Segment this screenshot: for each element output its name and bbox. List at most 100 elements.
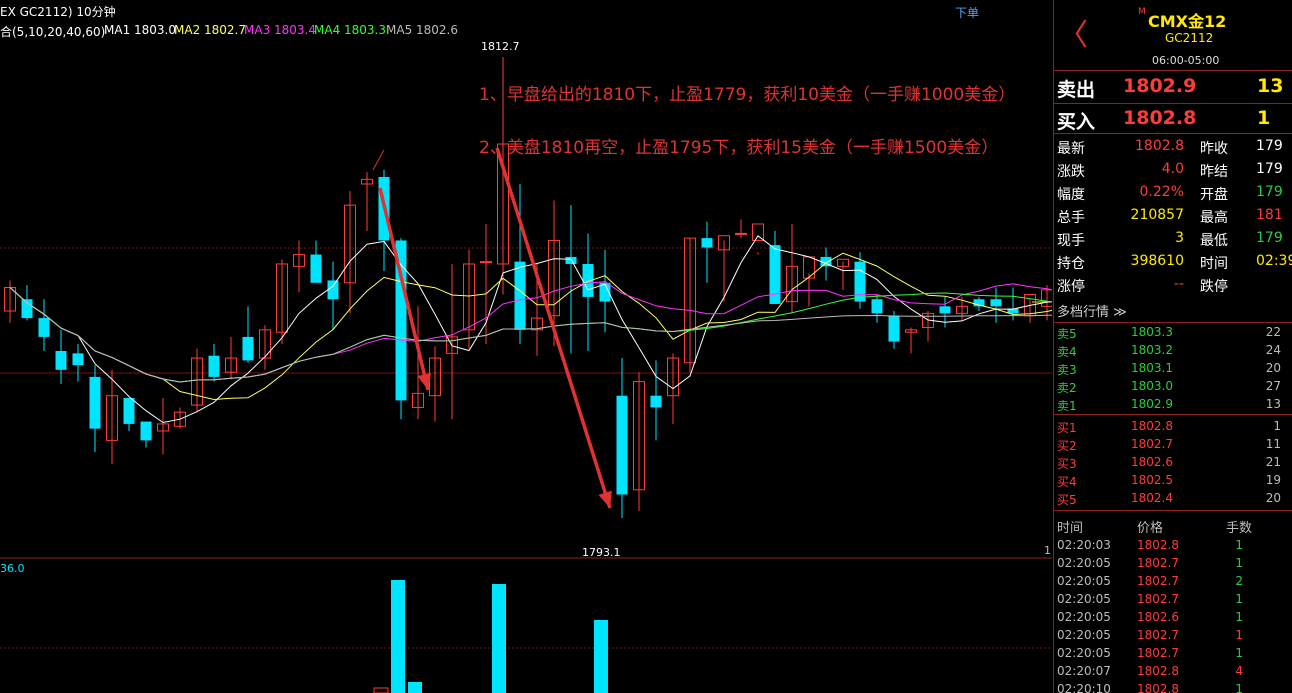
candle-body-down <box>616 395 628 495</box>
candle-body-down <box>89 376 101 429</box>
stat-value: -- <box>1173 276 1184 292</box>
bid-qty: 11 <box>1265 437 1281 451</box>
tick-price: 1802.8 <box>1137 538 1179 552</box>
symbol-title: EX GC2112) 10分钟 <box>0 5 116 19</box>
bid-label: 买2 <box>1057 439 1077 453</box>
session-hours: 06:00-05:00 <box>1152 54 1220 67</box>
ma5-label: MA5 1802.6 <box>386 23 458 37</box>
tick-qty: 4 <box>1235 664 1243 678</box>
annotation-line-2: 2、美盘1810再空，止盈1795下，获利15美金（一手赚1500美金） <box>479 138 999 158</box>
tick-time: 02:20:03 <box>1057 538 1111 552</box>
bid-price: 1802.5 <box>1131 473 1173 487</box>
back-icon[interactable]: 〈 <box>1058 10 1088 54</box>
bid-label: 买1 <box>1057 421 1077 435</box>
ask-price: 1803.2 <box>1131 343 1173 357</box>
buy-price: 1802.8 <box>1123 107 1197 129</box>
candle-body-up <box>480 261 492 264</box>
candle-body-down <box>327 280 339 300</box>
bid-qty: 19 <box>1265 473 1281 487</box>
candle-body-up <box>735 232 747 235</box>
tick-price: 1802.7 <box>1137 574 1179 588</box>
ticks-header-time: 时间 <box>1057 521 1084 536</box>
sell-qty: 13 <box>1257 75 1284 97</box>
bid-qty: 20 <box>1265 491 1281 505</box>
stat-value: 02:39 <box>1256 253 1292 269</box>
stat-value: 0.22% <box>1139 184 1184 200</box>
bid-qty: 1 <box>1273 419 1281 433</box>
tick-price: 1802.7 <box>1137 646 1179 660</box>
candle-body-down <box>55 351 67 370</box>
volume-axis-label: 36.0 <box>0 562 25 575</box>
candle-body-down <box>701 238 713 248</box>
bid-label: 买4 <box>1057 475 1077 489</box>
volume-bar <box>391 580 405 693</box>
stat-value: 181 <box>1256 207 1283 223</box>
candle-body-down <box>72 353 84 366</box>
stat-label: 最低 <box>1200 233 1228 249</box>
ma1-label: MA1 1803.0 <box>104 23 176 37</box>
stat-label: 涨跌 <box>1057 164 1085 180</box>
depth-title[interactable]: 多档行情 ≫ <box>1057 301 1127 320</box>
stat-value: 179 <box>1256 138 1283 154</box>
volume-bar <box>408 682 422 693</box>
ask-label: 卖5 <box>1057 327 1077 341</box>
volume-bar <box>492 584 506 693</box>
ask-price: 1803.1 <box>1131 361 1173 375</box>
ask-label: 卖1 <box>1057 399 1077 413</box>
tick-time: 02:20:05 <box>1057 610 1111 624</box>
candle-body-down <box>123 398 135 424</box>
tick-time: 02:20:05 <box>1057 592 1111 606</box>
ask-label: 卖2 <box>1057 381 1077 395</box>
kline-chart-area[interactable]: EX GC2112) 10分钟 下单 合(5,10,20,40,60) MA1 … <box>0 0 1052 693</box>
bid-label: 买5 <box>1057 493 1077 507</box>
tick-price: 1802.7 <box>1137 628 1179 642</box>
trade-arrow-1-tail <box>372 149 385 171</box>
bid-price: 1802.8 <box>1131 419 1173 433</box>
candle-body-down <box>208 355 220 377</box>
ma3-label: MA3 1803.4 <box>244 23 316 37</box>
candle-body-down <box>888 315 900 342</box>
tick-price: 1802.7 <box>1137 592 1179 606</box>
tick-qty: 1 <box>1235 646 1243 660</box>
ask-label: 卖4 <box>1057 345 1077 359</box>
candle-body-down <box>871 299 883 314</box>
volume-bar <box>594 620 608 693</box>
bid-price: 1802.7 <box>1131 437 1173 451</box>
candle-body-down <box>242 336 254 361</box>
stat-label: 总手 <box>1057 210 1085 226</box>
volume-bar <box>373 687 389 693</box>
ticks-header-qty: 手数 <box>1226 521 1253 536</box>
candle-body-down <box>565 256 577 264</box>
buy-qty: 1 <box>1257 107 1271 129</box>
ask-qty: 27 <box>1265 379 1281 393</box>
trade-arrow-2-head <box>598 490 612 508</box>
ticks-header-price: 价格 <box>1137 521 1164 536</box>
ask-price: 1803.0 <box>1131 379 1173 393</box>
sell-label: 卖出 <box>1057 79 1096 101</box>
market-prefix: M <box>1138 7 1146 17</box>
stat-label: 持仓 <box>1057 256 1085 272</box>
stat-label: 现手 <box>1057 233 1085 249</box>
tick-time: 02:20:05 <box>1057 574 1111 588</box>
bid-price: 1802.4 <box>1131 491 1173 505</box>
stat-label: 最新 <box>1057 141 1085 157</box>
tick-qty: 1 <box>1235 538 1243 552</box>
order-button[interactable]: 下单 <box>955 4 979 21</box>
tick-qty: 1 <box>1235 610 1243 624</box>
candle-body-up <box>752 223 764 241</box>
stat-label: 最高 <box>1200 210 1228 226</box>
tick-price: 1802.8 <box>1137 664 1179 678</box>
tick-qty: 1 <box>1235 592 1243 606</box>
candle-body-down <box>939 306 951 314</box>
tick-time: 02:20:07 <box>1057 664 1111 678</box>
annotation-line-1: 1、早盘给出的1810下，止盈1779，获利10美金（一手赚1000美金） <box>479 85 1016 105</box>
tick-qty: 2 <box>1235 574 1243 588</box>
stat-value: 398610 <box>1130 253 1184 269</box>
tick-price: 1802.8 <box>1137 682 1179 693</box>
ask-label: 卖3 <box>1057 363 1077 377</box>
tick-price: 1802.6 <box>1137 610 1179 624</box>
stat-label: 时间 <box>1200 256 1228 272</box>
tick-qty: 1 <box>1235 628 1243 642</box>
stat-label: 开盘 <box>1200 187 1228 203</box>
quote-panel: 〈 M CMX金12 GC2112 06:00-05:00 卖出 1802.9 … <box>1053 0 1292 693</box>
